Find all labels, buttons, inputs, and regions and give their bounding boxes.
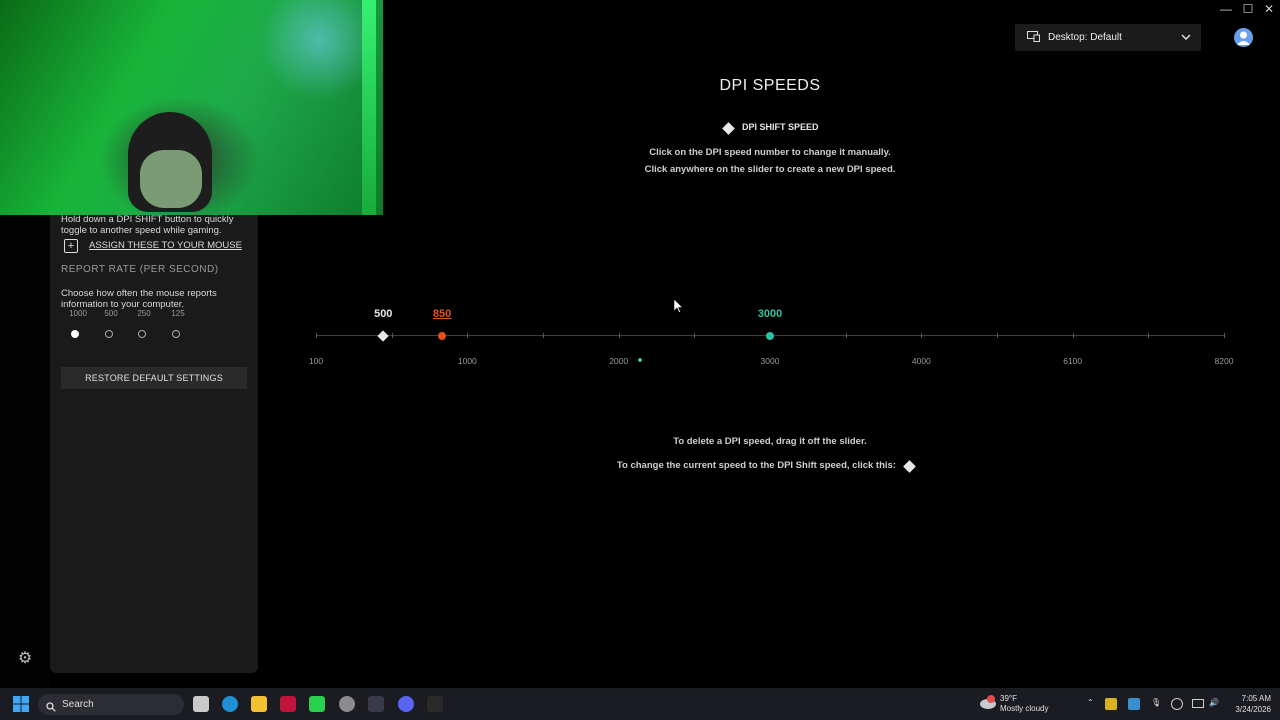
windows-start-icon[interactable] <box>13 696 29 717</box>
profile-selector[interactable]: Desktop: Default <box>1015 24 1201 51</box>
slider-tick <box>618 333 620 338</box>
change-hint: To change the current speed to the DPI S… <box>616 460 896 471</box>
clock-date[interactable]: 3/24/2026 <box>1222 705 1271 715</box>
dpi-value-speed[interactable]: 850 <box>433 308 451 320</box>
slider-tick <box>1072 333 1074 338</box>
slider-axis-label: 3000 <box>760 356 780 366</box>
slider-tick <box>997 333 998 338</box>
slider-axis-label: 1000 <box>457 356 477 366</box>
app-active-icon[interactable] <box>368 696 384 712</box>
dpi-value-shift[interactable]: 500 <box>374 308 392 320</box>
tray-app2-icon[interactable] <box>1128 698 1140 710</box>
settings-panel <box>50 215 258 673</box>
file-explorer-icon[interactable] <box>251 696 267 712</box>
slider-tick <box>694 333 696 338</box>
weather-temp: 39°F <box>1000 694 1017 703</box>
desktop-profile-icon <box>1027 30 1040 45</box>
led-strip <box>362 0 376 215</box>
set-shift-speed-diamond-icon[interactable] <box>903 460 916 473</box>
search-label: Search <box>62 699 94 710</box>
dpi-handle-current[interactable] <box>766 332 774 340</box>
taskbar-search[interactable]: Search <box>38 694 184 715</box>
profile-label: Desktop: Default <box>1048 32 1122 43</box>
microphone-icon[interactable]: 🎙 <box>1151 698 1161 708</box>
slider-tick <box>845 333 847 338</box>
close-button[interactable]: ✕ <box>1259 2 1279 16</box>
assign-to-mouse-link[interactable]: ASSIGN THESE TO YOUR MOUSE <box>89 240 242 251</box>
page-title: DPI SPEEDS <box>719 77 821 94</box>
person-face <box>140 150 202 208</box>
app-circle-icon[interactable] <box>339 696 355 712</box>
slider-tick <box>921 333 923 338</box>
account-avatar-icon[interactable] <box>1234 28 1253 47</box>
restore-defaults-button[interactable]: RESTORE DEFAULT SETTINGS <box>61 367 247 389</box>
slider-axis-label: 4000 <box>911 356 931 366</box>
tray-status-icon[interactable] <box>1171 698 1183 710</box>
rate-label-500: 500 <box>104 309 118 318</box>
rate-radio-125[interactable] <box>172 330 180 338</box>
webcam-overlay <box>0 0 383 215</box>
gear-icon[interactable]: ⚙ <box>16 650 34 668</box>
rate-label-250: 250 <box>137 309 151 318</box>
slider-tick <box>1224 333 1225 338</box>
dpi-shift-diamond-icon <box>722 122 735 135</box>
plus-box-icon[interactable]: + <box>64 239 78 253</box>
clock-time[interactable]: 7:05 AM <box>1226 694 1271 704</box>
chevron-down-icon <box>1181 32 1191 43</box>
tray-app-icon[interactable] <box>1105 698 1117 710</box>
rate-radio-1000[interactable] <box>71 330 79 338</box>
volume-icon[interactable]: 🔊 <box>1209 698 1219 708</box>
minimize-button[interactable]: — <box>1216 2 1236 16</box>
search-icon <box>46 699 56 717</box>
slider-tick <box>316 333 317 338</box>
slider-axis-label: 100 <box>308 356 324 366</box>
slider-axis-label: 8200 <box>1214 356 1234 366</box>
rate-radio-250[interactable] <box>138 330 146 338</box>
discord-icon[interactable] <box>398 696 414 712</box>
app-a-icon[interactable] <box>280 696 296 712</box>
slider-tick <box>543 333 544 338</box>
rate-label-125: 125 <box>171 309 185 318</box>
instruction-create: Click anywhere on the slider to create a… <box>644 164 896 175</box>
slider-tick <box>1148 333 1150 338</box>
dpi-handle-speed[interactable] <box>438 332 447 340</box>
default-speed-indicator <box>637 358 642 362</box>
report-rate-help: Choose how often the mouse reports infor… <box>61 288 217 310</box>
slider-axis-label: 6100 <box>1063 356 1083 366</box>
task-view-icon[interactable] <box>193 696 209 712</box>
report-rate-title: REPORT RATE (PER SECOND) <box>61 264 219 275</box>
left-nav-strip <box>0 215 50 688</box>
app-k-icon[interactable] <box>309 696 325 712</box>
chevron-up-icon[interactable]: ⌃ <box>1087 698 1094 708</box>
network-icon[interactable] <box>1192 699 1204 708</box>
dpi-shift-speed-label: DPI SHIFT SPEED <box>742 122 819 132</box>
maximize-button[interactable]: ☐ <box>1238 2 1258 16</box>
slider-axis-label: 2000 <box>609 356 629 366</box>
edge-icon[interactable] <box>222 696 238 712</box>
dpi-shift-help: Hold down a DPI SHIFT button to quickly … <box>61 214 234 236</box>
instruction-manual: Click on the DPI speed number to change … <box>649 147 891 158</box>
delete-hint: To delete a DPI speed, drag it off the s… <box>673 436 867 447</box>
mouse-cursor-icon <box>673 298 684 318</box>
dpi-value-current[interactable]: 3000 <box>758 308 782 320</box>
logitech-ghub-icon[interactable] <box>427 696 443 712</box>
rate-radio-500[interactable] <box>105 330 113 338</box>
weather-icon <box>979 694 997 715</box>
dpi-shift-handle[interactable] <box>377 330 389 342</box>
weather-desc: Mostly cloudy <box>1000 704 1049 713</box>
slider-tick <box>467 333 469 338</box>
slider-tick <box>391 333 393 338</box>
rate-label-1000: 1000 <box>69 309 87 318</box>
